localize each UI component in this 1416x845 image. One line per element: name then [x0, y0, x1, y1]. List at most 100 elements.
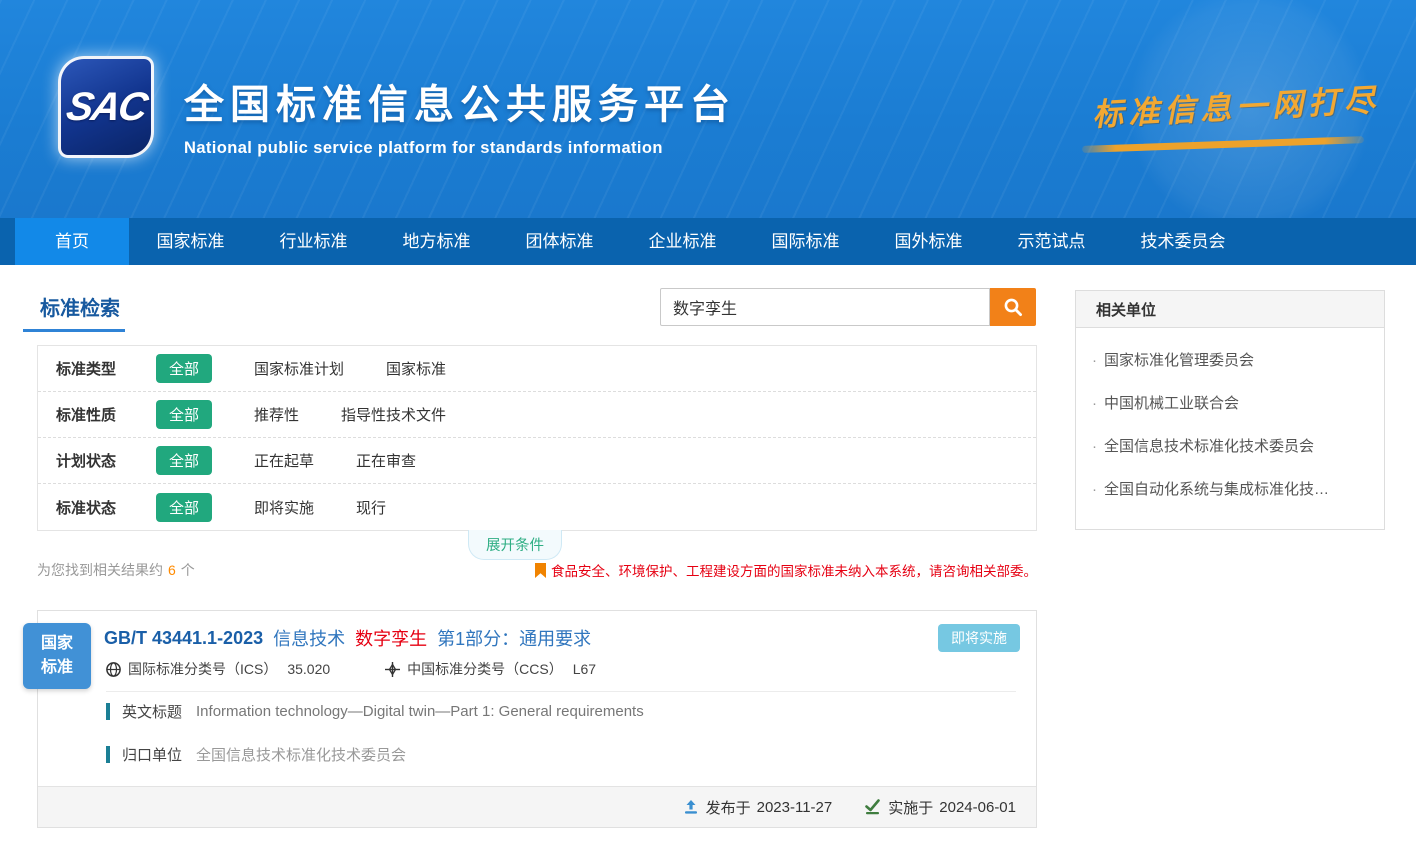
filter-label: 标准性质 — [56, 404, 134, 425]
related-unit-label: 国家标准化管理委员会 — [1104, 352, 1254, 369]
publish-upload-icon — [683, 799, 699, 815]
site-title-group: 全国标准信息公共服务平台 National public service pla… — [184, 72, 736, 158]
nav-item-local-standards[interactable]: 地方标准 — [375, 218, 498, 265]
standard-title-row: GB/T 43441.1-2023 信息技术 数字孪生 第1部分：通用要求 即将… — [104, 623, 1020, 653]
compass-icon — [385, 662, 400, 677]
card-divider — [106, 691, 1016, 692]
banner-slogan: 标准信息一网打尽 — [1091, 74, 1381, 134]
nav-item-international-standards[interactable]: 国际标准 — [744, 218, 867, 265]
implement-check-icon — [864, 799, 881, 815]
filter-label: 计划状态 — [56, 450, 134, 471]
standard-code-link[interactable]: GB/T 43441.1-2023 — [104, 628, 263, 649]
nav-item-industry-standards[interactable]: 行业标准 — [252, 218, 375, 265]
site-title-english: National public service platform for sta… — [184, 139, 736, 158]
nav-item-technical-committees[interactable]: 技术委员会 — [1113, 218, 1253, 265]
published-label: 发布于 — [706, 797, 751, 818]
site-title-chinese: 全国标准信息公共服务平台 — [184, 72, 736, 130]
field-marker-bar — [106, 746, 110, 763]
implemented-date: 2024-06-01 — [939, 799, 1016, 816]
filter-all-button[interactable]: 全部 — [156, 446, 212, 475]
filter-label: 标准状态 — [56, 497, 134, 518]
expand-conditions-button[interactable]: 展开条件 — [468, 530, 562, 560]
category-badge-line1: 国家 — [23, 632, 91, 656]
standard-result-card: 国家 标准 GB/T 43441.1-2023 信息技术 数字孪生 第1部分：通… — [37, 610, 1037, 828]
related-unit-link[interactable]: · 全国自动化系统与集成标准化技… — [1076, 467, 1384, 510]
filter-option[interactable]: 国家标准计划 — [254, 358, 344, 379]
nav-item-national-standards[interactable]: 国家标准 — [129, 218, 252, 265]
list-bullet: · — [1092, 438, 1097, 455]
page-title-standard-search: 标准检索 — [40, 292, 120, 321]
sac-logo[interactable]: SAC — [58, 56, 154, 158]
implemented-date-group: 实施于 2024-06-01 — [864, 797, 1016, 818]
related-unit-link[interactable]: · 全国信息技术标准化技术委员会 — [1076, 424, 1384, 467]
published-date: 2023-11-27 — [757, 799, 833, 816]
results-count-prefix: 为您找到相关结果约 — [37, 562, 163, 578]
category-badge-line2: 标准 — [23, 656, 91, 680]
field-value: Information technology—Digital twin—Part… — [196, 703, 644, 720]
field-value: 全国信息技术标准化技术委员会 — [196, 744, 406, 765]
results-count-suffix: 个 — [181, 562, 195, 578]
filter-option[interactable]: 指导性技术文件 — [341, 404, 446, 425]
nav-item-foreign-standards[interactable]: 国外标准 — [867, 218, 990, 265]
ics-group: 国际标准分类号（ICS） 35.020 — [106, 659, 330, 679]
filter-option[interactable]: 推荐性 — [254, 404, 299, 425]
published-date-group: 发布于 2023-11-27 — [683, 797, 833, 818]
filter-option[interactable]: 即将实施 — [254, 497, 314, 518]
nav-item-pilot-programs[interactable]: 示范试点 — [990, 218, 1113, 265]
related-units-title: 相关单位 — [1076, 291, 1384, 328]
nav-item-enterprise-standards[interactable]: 企业标准 — [621, 218, 744, 265]
site-banner: SAC 全国标准信息公共服务平台 National public service… — [0, 0, 1416, 218]
related-unit-link[interactable]: · 国家标准化管理委员会 — [1076, 338, 1384, 381]
field-label: 归口单位 — [122, 744, 182, 765]
nav-item-home[interactable]: 首页 — [15, 218, 129, 265]
filter-option[interactable]: 国家标准 — [386, 358, 446, 379]
related-unit-label: 全国信息技术标准化技术委员会 — [1104, 438, 1314, 455]
ics-value: 35.020 — [287, 661, 330, 677]
filter-row-standard-type: 标准类型 全部 国家标准计划 国家标准 — [38, 346, 1036, 392]
filter-row-standard-status: 标准状态 全部 即将实施 现行 — [38, 484, 1036, 530]
system-notice: 食品安全、环境保护、工程建设方面的国家标准未纳入本系统，请咨询相关部委。 — [535, 560, 1037, 580]
results-count: 为您找到相关结果约 6个 — [37, 560, 195, 580]
field-marker-bar — [106, 703, 110, 720]
related-units-list: · 国家标准化管理委员会 ·中国机械工业联合会 · 全国信息技术标准化技术委员会 ·… — [1076, 328, 1384, 510]
filter-option[interactable]: 现行 — [356, 497, 386, 518]
ics-label: 国际标准分类号（ICS） — [128, 659, 277, 679]
filter-option[interactable]: 正在审查 — [356, 450, 416, 471]
card-footer: 发布于 2023-11-27 实施于 2024-06-01 — [38, 786, 1036, 827]
bookmark-icon — [535, 563, 546, 578]
section-title-underline — [23, 329, 125, 332]
search-icon — [1002, 296, 1024, 318]
list-bullet: · — [1092, 481, 1097, 498]
category-badge-national-standard[interactable]: 国家 标准 — [23, 623, 91, 689]
list-bullet: · — [1092, 352, 1097, 369]
implemented-label: 实施于 — [888, 797, 933, 818]
ccs-group: 中国标准分类号（CCS） L67 — [385, 659, 596, 679]
standard-title-part1[interactable]: 信息技术 — [273, 625, 345, 651]
standard-title-part2[interactable]: 第1部分：通用要求 — [437, 625, 591, 651]
standard-title-highlight[interactable]: 数字孪生 — [355, 625, 427, 651]
filter-all-button[interactable]: 全部 — [156, 400, 212, 429]
filter-row-standard-nature: 标准性质 全部 推荐性 指导性技术文件 — [38, 392, 1036, 438]
results-count-number: 6 — [168, 562, 176, 578]
classification-row: 国际标准分类号（ICS） 35.020 中国标准分类号（CCS） L67 — [106, 659, 596, 679]
filter-row-plan-status: 计划状态 全部 正在起草 正在审查 — [38, 438, 1036, 484]
list-bullet: · — [1092, 395, 1097, 412]
field-english-title: 英文标题 Information technology—Digital twin… — [106, 701, 644, 722]
results-info-bar: 为您找到相关结果约 6个 食品安全、环境保护、工程建设方面的国家标准未纳入本系统，… — [37, 560, 1037, 580]
nav-item-group-standards[interactable]: 团体标准 — [498, 218, 621, 265]
filter-option[interactable]: 正在起草 — [254, 450, 314, 471]
filter-all-button[interactable]: 全部 — [156, 493, 212, 522]
main-nav: 首页 国家标准 行业标准 地方标准 团体标准 企业标准 国际标准 国外标准 示范… — [0, 218, 1416, 265]
sac-logo-text: SAC — [63, 85, 149, 130]
related-unit-link[interactable]: ·中国机械工业联合会 — [1076, 381, 1384, 424]
filter-label: 标准类型 — [56, 358, 134, 379]
filter-all-button[interactable]: 全部 — [156, 354, 212, 383]
filter-panel: 标准类型 全部 国家标准计划 国家标准 标准性质 全部 推荐性 指导性技术文件 … — [37, 345, 1037, 531]
status-badge: 即将实施 — [938, 624, 1020, 652]
related-unit-label: 全国自动化系统与集成标准化技… — [1104, 481, 1329, 498]
search-button[interactable] — [990, 288, 1036, 326]
ccs-label: 中国标准分类号（CCS） — [407, 659, 563, 679]
system-notice-text: 食品安全、环境保护、工程建设方面的国家标准未纳入本系统，请咨询相关部委。 — [551, 560, 1037, 580]
related-units-panel: 相关单位 · 国家标准化管理委员会 ·中国机械工业联合会 · 全国信息技术标准化技术… — [1075, 290, 1385, 530]
search-input[interactable] — [660, 288, 990, 326]
